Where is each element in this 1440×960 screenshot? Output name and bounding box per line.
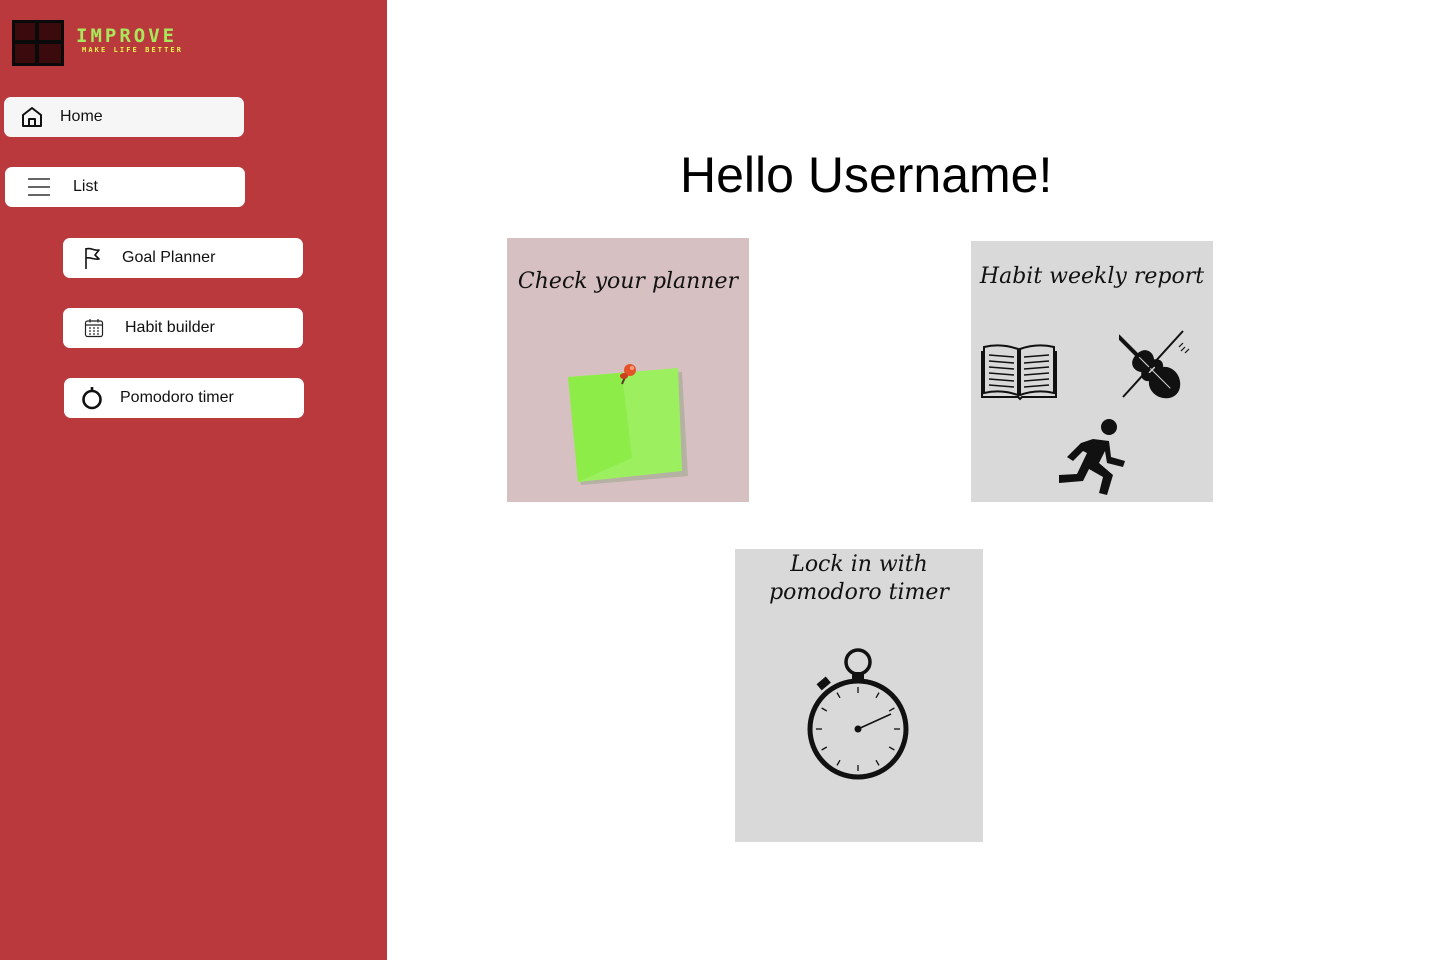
habit-report-card[interactable]: Habit weekly report	[971, 241, 1213, 502]
violin-icon	[1119, 328, 1190, 399]
sticky-note-icon	[568, 364, 688, 485]
dial-tick	[821, 746, 828, 751]
menu-icon	[5, 177, 73, 197]
sidebar-item-pomodoro-timer[interactable]: Pomodoro timer	[64, 378, 304, 418]
book-icon	[981, 344, 1057, 401]
dial-tick	[836, 759, 841, 766]
dial-tick	[888, 746, 895, 751]
card-title: Check your planner	[517, 269, 739, 294]
sidebar-item-habit-builder[interactable]: Habit builder	[63, 308, 303, 348]
timer-icon	[64, 386, 120, 410]
sidebar-item-goal-planner[interactable]: Goal Planner	[63, 238, 303, 278]
sidebar-item-label: List	[73, 178, 98, 195]
flag-icon	[63, 246, 122, 270]
dial-tick	[836, 692, 841, 699]
brand-logo[interactable]: IMPROVE MAKE LIFE BETTER	[12, 20, 202, 68]
sidebar: IMPROVE MAKE LIFE BETTER Home List Goal …	[0, 0, 387, 960]
card-title: pomodoro timer	[769, 580, 949, 605]
home-icon	[4, 105, 60, 129]
stopwatch-icon	[807, 648, 909, 780]
dial-tick	[888, 707, 895, 712]
sidebar-item-list[interactable]: List	[5, 167, 245, 207]
sidebar-item-label: Home	[60, 108, 103, 125]
sidebar-item-label: Pomodoro timer	[120, 389, 234, 406]
planner-card[interactable]: Check your planner	[507, 238, 749, 502]
sidebar-item-label: Habit builder	[125, 319, 215, 336]
dial-tick	[821, 707, 828, 712]
logo-mark-icon	[12, 20, 64, 66]
brand-tagline: MAKE LIFE BETTER	[82, 46, 184, 54]
dial-tick	[875, 759, 880, 766]
calendar-icon	[63, 318, 125, 338]
card-title: Lock in with	[790, 552, 928, 577]
greeting-title: Hello Username!	[680, 147, 1053, 203]
card-title: Habit weekly report	[979, 264, 1205, 289]
running-person-icon	[1059, 419, 1125, 495]
sidebar-item-label: Goal Planner	[122, 249, 216, 266]
pomodoro-card[interactable]: Lock in with pomodoro timer	[735, 549, 983, 842]
sidebar-item-home[interactable]: Home	[4, 97, 244, 137]
dial-tick	[875, 692, 880, 699]
brand-name: IMPROVE	[76, 25, 178, 47]
